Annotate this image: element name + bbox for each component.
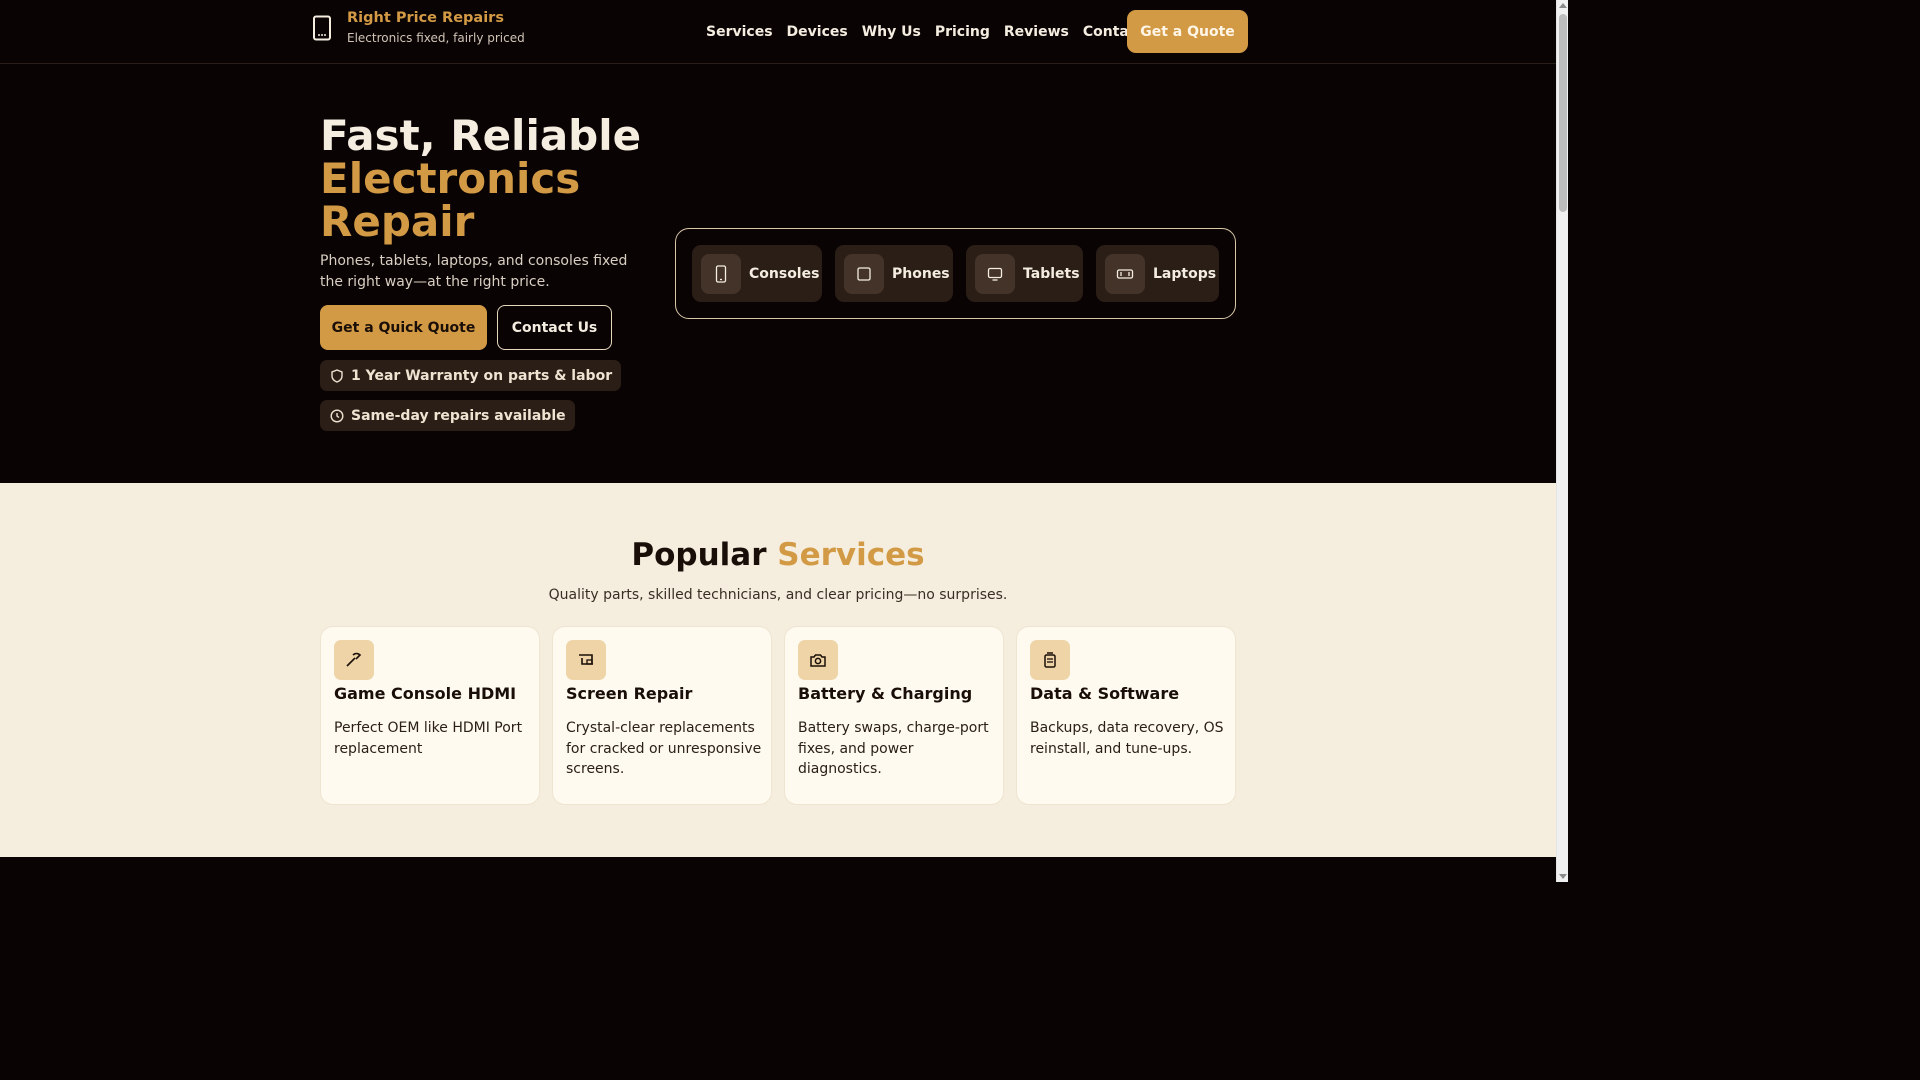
service-card-description: Crystal-clear replacements for cracked o… <box>566 720 762 777</box>
device-label: Tablets <box>1023 265 1080 282</box>
brand[interactable]: Right Price Repairs Electronics fixed, f… <box>312 10 525 45</box>
services-subtitle: Quality parts, skilled technicians, and … <box>548 587 1008 603</box>
service-card-description: Battery swaps, charge-port fixes, and po… <box>798 720 989 777</box>
site-header: Right Price Repairs Electronics fixed, f… <box>0 0 1556 64</box>
phone-logo-icon <box>313 15 331 40</box>
service-card-hdmi[interactable]: Game Console HDMI Perfect OEM like HDMI … <box>320 626 540 805</box>
service-card-title: Battery & Charging <box>798 684 973 703</box>
square-icon <box>844 253 884 294</box>
brand-tagline: Electronics fixed, fairly priced <box>347 31 525 45</box>
contact-us-button[interactable]: Contact Us <box>497 305 612 350</box>
quick-quote-button[interactable]: Get a Quick Quote <box>320 305 487 350</box>
nav-devices[interactable]: Devices <box>787 24 848 40</box>
scroll-thumb[interactable] <box>1559 14 1567 212</box>
service-card-description: Perfect OEM like HDMI Port replacement <box>334 720 523 757</box>
main-nav: Services Devices Why Us Pricing Reviews … <box>699 10 1151 53</box>
device-label: Phones <box>892 265 950 282</box>
warranty-badge: 1 Year Warranty on parts & labor <box>320 360 622 391</box>
shield-icon <box>331 368 343 383</box>
device-phones[interactable]: Phones <box>835 245 953 302</box>
service-card-battery[interactable]: Battery & Charging Battery swaps, charge… <box>784 626 1004 805</box>
service-card-title: Data & Software <box>1030 684 1180 703</box>
laptop-icon <box>1105 253 1145 294</box>
scroll-up-icon[interactable] <box>1559 3 1567 8</box>
nav-reviews[interactable]: Reviews <box>1004 24 1069 40</box>
database-icon <box>1030 640 1070 680</box>
services-title-accent: Services <box>777 537 925 573</box>
hero-title: Fast, Reliable Electronics Repair <box>320 114 641 243</box>
nav-why-us[interactable]: Why Us <box>862 24 921 40</box>
services-title-main: Popular <box>631 537 767 573</box>
service-card-title: Screen Repair <box>566 684 693 703</box>
brand-name: Right Price Repairs <box>347 10 504 26</box>
warranty-badge-label: 1 Year Warranty on parts & labor <box>351 367 613 384</box>
same-day-badge: Same-day repairs available <box>320 400 575 431</box>
next-section-edge <box>0 857 1556 882</box>
device-laptops[interactable]: Laptops <box>1096 245 1219 302</box>
service-card-data[interactable]: Data & Software Backups, data recovery, … <box>1016 626 1236 805</box>
hammer-icon <box>334 640 374 680</box>
hero-title-line3: Repair <box>320 197 475 246</box>
services-section: Popular Services Quality parts, skilled … <box>0 483 1556 857</box>
scroll-down-icon[interactable] <box>1559 874 1567 879</box>
phone-outline-icon <box>701 253 741 294</box>
services-title: Popular Services <box>0 537 1556 573</box>
monitor-icon <box>975 253 1015 294</box>
nav-services[interactable]: Services <box>706 24 773 40</box>
service-card-screen[interactable]: Screen Repair Crystal-clear replacements… <box>552 626 772 805</box>
hero-title-line2: Electronics <box>320 154 581 203</box>
clock-icon <box>330 408 344 423</box>
camera-icon <box>798 640 838 680</box>
screen-icon <box>566 640 606 680</box>
hero-title-line1: Fast, Reliable <box>320 111 642 160</box>
device-tablets[interactable]: Tablets <box>966 245 1083 302</box>
service-card-description: Backups, data recovery, OS reinstall, an… <box>1030 720 1224 757</box>
device-label: Laptops <box>1153 265 1217 282</box>
page: Right Price Repairs Electronics fixed, f… <box>0 0 1556 882</box>
get-quote-button[interactable]: Get a Quote <box>1127 10 1248 53</box>
same-day-badge-label: Same-day repairs available <box>351 407 566 424</box>
device-label: Consoles <box>749 265 820 282</box>
hero-subtitle: Phones, tablets, laptops, and consoles f… <box>320 253 628 290</box>
device-picker: Consoles Phones Tablets Laptops <box>675 228 1236 319</box>
nav-pricing[interactable]: Pricing <box>935 24 990 40</box>
scrollbar[interactable] <box>1556 0 1568 882</box>
device-consoles[interactable]: Consoles <box>692 245 822 302</box>
service-card-title: Game Console HDMI <box>334 684 517 703</box>
